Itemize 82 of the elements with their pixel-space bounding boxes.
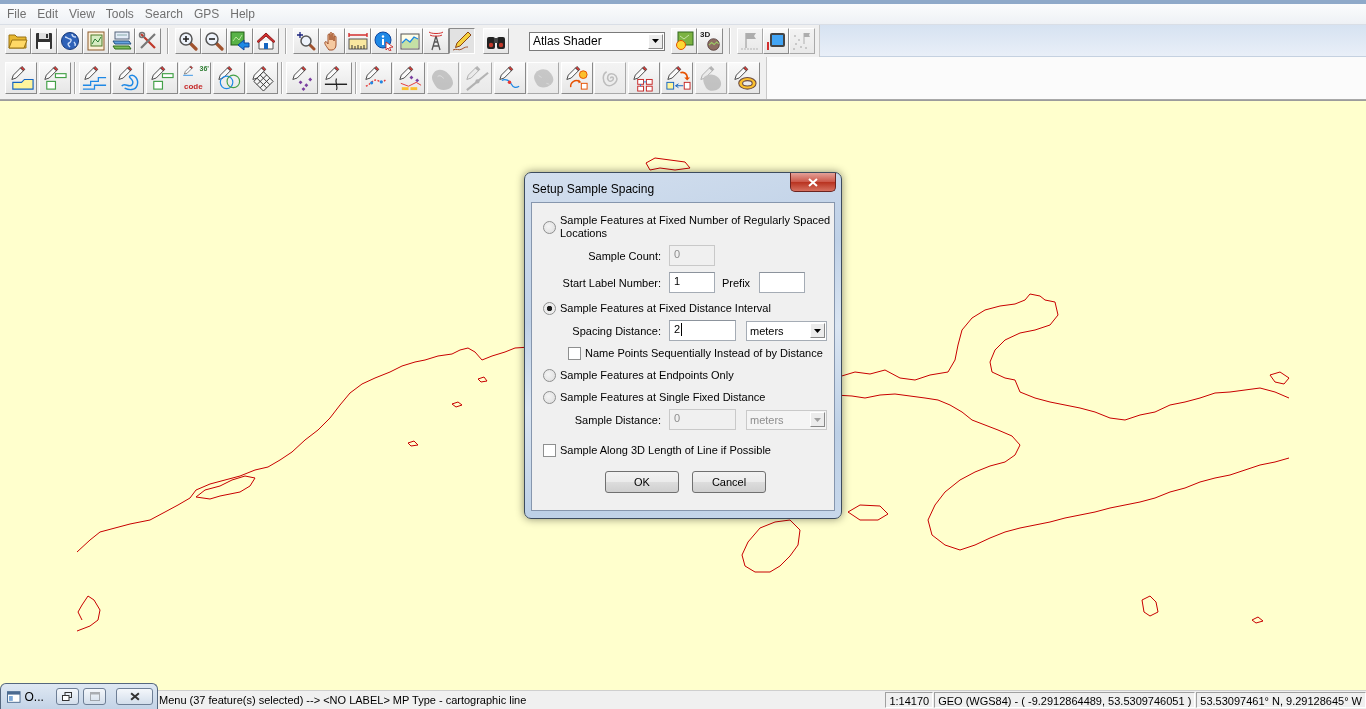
globe-icon [60,31,80,51]
dropdown[interactable]: meters [746,320,827,341]
info-cursor-icon [374,31,394,51]
pencil-circles-icon [215,64,242,92]
close-icon [129,692,140,701]
pencil-steps-icon [81,64,108,92]
radio-label[interactable]: Sample Features at Fixed Number of Regularly Spaced Locations [560,214,833,240]
status-message: Menu (37 feature(s) selected) --> <NO LABEL> MP Type - cartographic line [159,694,527,706]
checkbox-label[interactable]: Name Points Sequentially Instead of by Distance [585,347,823,360]
checkbox[interactable] [543,444,556,457]
radio-label[interactable]: Sample Features at Single Fixed Distance [560,391,766,404]
house-icon [256,31,276,51]
minimized-window[interactable]: O... [0,683,158,709]
menu-item[interactable]: View [64,5,100,23]
radio-button[interactable] [543,369,556,382]
menu-item[interactable]: Edit [32,5,64,23]
menu-item[interactable]: Help [225,5,260,23]
dropdown[interactable]: Atlas Shader [529,31,665,51]
line-chart-icon [400,31,420,51]
map-document-icon [86,31,106,51]
field-label: Prefix [722,276,751,289]
menu-item[interactable]: Search [139,5,188,23]
menu-item[interactable]: GPS [188,5,225,23]
radio-button[interactable] [543,220,556,234]
window-icon [7,690,21,703]
magnifier-plus-icon [296,31,316,51]
caret-icon [814,417,821,422]
status-panel: 1:14170 [885,692,934,708]
status-panel: GEO (WGS84) - ( -9.2912864489, 53.5309746051 ) [934,692,1196,708]
status-panel: 53.53097461° N, 9.29128645° W [1196,692,1366,708]
sun-map-icon [674,31,694,51]
field-label: Start Label Number: [561,276,661,289]
close-icon [808,177,818,187]
swap-arrows-icon [663,64,691,92]
map-layers-icon [112,31,132,51]
ruler-icon [348,31,368,51]
radio-button[interactable] [543,391,556,404]
text-field[interactable]: 2 [669,320,736,341]
caret-icon [814,328,821,333]
restore-icon [62,692,73,701]
text-cursor [681,323,683,336]
radio-tower-icon [426,31,446,51]
caret-icon [652,39,659,43]
toolbar-button[interactable] [449,28,475,54]
radio-button[interactable] [543,302,556,315]
restore-button[interactable] [55,688,80,705]
field-label: Sample Distance: [573,413,661,426]
menu-item[interactable]: File [2,5,32,23]
close-button[interactable] [116,688,153,705]
pencil-crossing-lines-icon [322,64,349,92]
icon-caption: 3D [700,31,711,39]
text-field[interactable]: 1 [669,272,715,293]
monitor-icon [766,31,786,51]
pencil-shapes-icon [563,64,590,92]
zoom-in-icon [178,31,198,51]
crossed-tools-icon [138,31,158,51]
close-button[interactable] [790,173,836,192]
maximize-icon [89,692,100,701]
dialog-button[interactable]: Cancel [692,471,766,493]
flag-icon [740,31,760,51]
pencil-rectangles-icon [148,64,175,92]
field-label: Spacing Distance: [571,324,661,337]
pencil-rectangles-icon [41,64,68,92]
zoom-out-icon [204,31,224,51]
dialog-button[interactable]: OK [605,471,679,493]
window-title: O... [24,689,44,704]
dialog-title: Setup Sample Spacing [531,181,655,196]
icon-caption: code [184,83,203,91]
pencil-blob-icon [697,64,724,92]
radio-label[interactable]: Sample Features at Fixed Distance Interval [560,302,771,315]
text-field[interactable] [759,272,806,293]
sparkle-flag-icon [792,31,812,51]
radio-label[interactable]: Sample Features at Endpoints Only [560,369,734,382]
folder-icon [8,31,28,51]
checkbox-label[interactable]: Sample Along 3D Length of Line if Possible [560,444,771,457]
checkbox[interactable] [568,347,581,360]
menu-item[interactable]: Tools [100,5,139,23]
terrain-globe-icon [707,38,720,51]
map-arrow-icon [230,31,250,51]
toolbar-button[interactable]: 3D [697,28,723,54]
pencil-icon [452,31,472,51]
field-label: Sample Count: [587,249,661,262]
